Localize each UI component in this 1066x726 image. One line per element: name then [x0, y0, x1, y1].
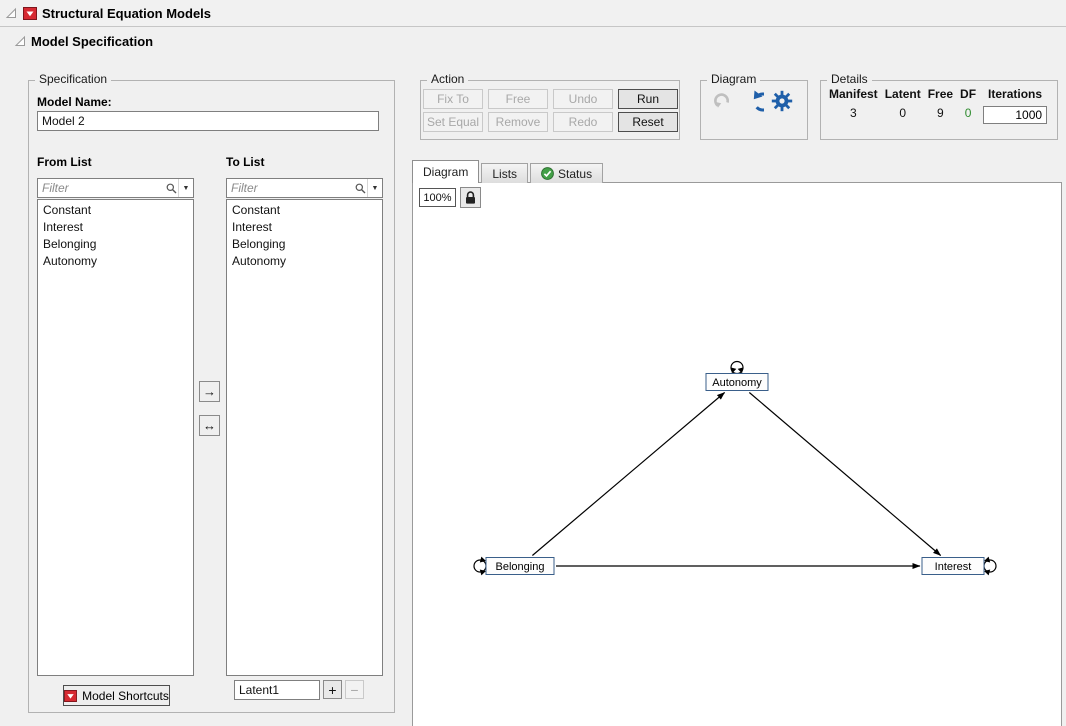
from-list: Constant Interest Belonging Autonomy	[37, 199, 194, 676]
status-check-icon	[541, 167, 554, 180]
disclosure-icon[interactable]	[4, 7, 17, 20]
tab-status[interactable]: Status	[530, 163, 603, 183]
reset-layout-icon[interactable]	[709, 88, 735, 114]
list-item[interactable]: Constant	[38, 202, 193, 219]
fix-to-button[interactable]: Fix To	[423, 89, 483, 109]
list-item[interactable]: Interest	[38, 219, 193, 236]
latent-value: 0	[899, 106, 906, 120]
list-item[interactable]: Autonomy	[38, 253, 193, 270]
lock-zoom-icon[interactable]	[460, 187, 481, 208]
disclosure-icon[interactable]	[13, 35, 26, 48]
report-title: Structural Equation Models	[42, 6, 211, 21]
iterations-field: Iterations	[983, 87, 1047, 124]
iterations-label: Iterations	[988, 87, 1042, 101]
diagram-canvas[interactable]: Autonomy Belonging Interest 100%	[412, 182, 1062, 726]
specification-groupbox: Specification Model Name: From List To L…	[28, 80, 395, 713]
df-value: 0	[965, 106, 972, 120]
model-shortcuts-button[interactable]: Model Shortcuts	[63, 685, 170, 706]
tab-diagram[interactable]: Diagram	[412, 160, 479, 183]
to-list-filter: ▼	[226, 178, 383, 198]
free-value: 9	[937, 106, 944, 120]
free-label: Free	[928, 87, 953, 101]
details-fields: Manifest 3 Latent 0 Free 9 DF 0 Iteratio…	[829, 87, 1047, 124]
add-latent-button[interactable]: +	[323, 680, 342, 699]
model-shortcuts-label: Model Shortcuts	[82, 689, 169, 703]
to-list-filter-input[interactable]	[227, 181, 353, 195]
add-path-arrow-button[interactable]: →	[199, 381, 220, 402]
manifest-value: 3	[850, 106, 857, 120]
view-tabs: Diagram Lists Status	[412, 160, 605, 183]
filter-dropdown-icon[interactable]: ▼	[178, 179, 193, 197]
action-buttons: Fix To Free Undo Run Set Equal Remove Re…	[423, 89, 678, 132]
diagram-controls-legend: Diagram	[707, 72, 760, 86]
zoom-level[interactable]: 100%	[419, 188, 456, 207]
manifest-label: Manifest	[829, 87, 878, 101]
from-list-filter: ▼	[37, 178, 194, 198]
redo-button[interactable]: Redo	[553, 112, 613, 132]
list-item[interactable]: Autonomy	[227, 253, 382, 270]
settings-gear-icon[interactable]	[769, 88, 795, 114]
svg-text:Interest: Interest	[935, 561, 972, 573]
action-groupbox: Action Fix To Free Undo Run Set Equal Re…	[420, 80, 680, 140]
latent-field: Latent 0	[885, 87, 921, 120]
red-triangle-menu-icon	[64, 690, 77, 702]
list-item[interactable]: Belonging	[227, 236, 382, 253]
svg-text:Belonging: Belonging	[496, 561, 545, 573]
refresh-layout-icon[interactable]	[739, 88, 765, 114]
filter-dropdown-icon[interactable]: ▼	[367, 179, 382, 197]
free-field: Free 9	[928, 87, 953, 120]
df-label: DF	[960, 87, 976, 101]
latent-label: Latent	[885, 87, 921, 101]
run-button[interactable]: Run	[618, 89, 678, 109]
tab-lists[interactable]: Lists	[481, 163, 528, 183]
sem-window: Structural Equation Models Model Specifi…	[0, 0, 1066, 726]
to-list: Constant Interest Belonging Autonomy	[226, 199, 383, 676]
search-icon	[164, 183, 178, 194]
iterations-input[interactable]	[983, 106, 1047, 124]
diagram-controls-groupbox: Diagram	[700, 80, 808, 140]
section-header: Model Specification	[0, 28, 1066, 54]
svg-text:Autonomy: Autonomy	[712, 377, 762, 389]
specification-legend: Specification	[35, 72, 111, 86]
manifest-field: Manifest 3	[829, 87, 878, 120]
model-name-label: Model Name:	[37, 95, 112, 109]
reset-button[interactable]: Reset	[618, 112, 678, 132]
df-field: DF 0	[960, 87, 976, 120]
undo-button[interactable]: Undo	[553, 89, 613, 109]
list-item[interactable]: Constant	[227, 202, 382, 219]
section-title: Model Specification	[31, 34, 153, 49]
remove-latent-button[interactable]: −	[345, 680, 364, 699]
tab-diagram-label: Diagram	[423, 165, 468, 179]
free-button[interactable]: Free	[488, 89, 548, 109]
tab-lists-label: Lists	[492, 167, 517, 181]
search-icon	[353, 183, 367, 194]
details-groupbox: Details Manifest 3 Latent 0 Free 9 DF 0 …	[820, 80, 1058, 140]
sem-diagram-svg[interactable]: Autonomy Belonging Interest	[413, 183, 1063, 726]
list-item[interactable]: Interest	[227, 219, 382, 236]
latent-name-input[interactable]	[234, 680, 320, 700]
set-equal-button[interactable]: Set Equal	[423, 112, 483, 132]
remove-button[interactable]: Remove	[488, 112, 548, 132]
list-item[interactable]: Belonging	[38, 236, 193, 253]
action-legend: Action	[427, 72, 468, 86]
red-triangle-menu-icon[interactable]	[22, 6, 37, 20]
from-list-filter-input[interactable]	[38, 181, 164, 195]
add-covariance-arrow-button[interactable]: ↔	[199, 415, 220, 436]
model-name-input[interactable]	[37, 111, 379, 131]
to-list-label: To List	[226, 155, 264, 169]
report-header: Structural Equation Models	[0, 0, 1066, 27]
details-legend: Details	[827, 72, 872, 86]
tab-status-label: Status	[558, 167, 592, 181]
from-list-label: From List	[37, 155, 92, 169]
